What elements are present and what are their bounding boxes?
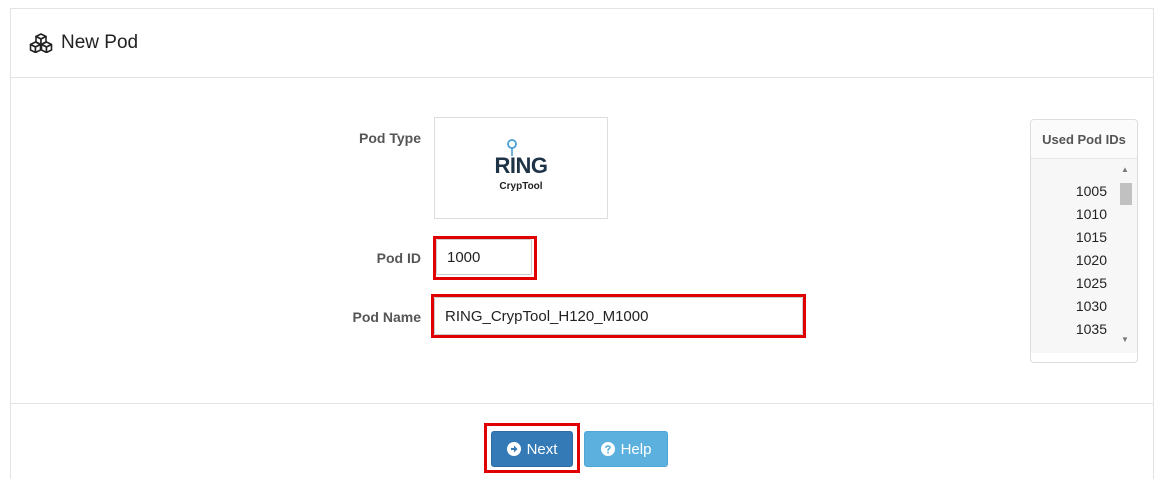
used-pod-ids-title: Used Pod IDs — [1031, 120, 1137, 159]
used-pod-ids-list[interactable]: 1005 1010 1015 1020 1025 1030 1035 ▲ ▼ — [1031, 159, 1137, 353]
list-item[interactable]: 1015 — [1076, 229, 1107, 245]
pod-id-input[interactable] — [436, 239, 532, 275]
pod-type-logo: RING CrypTool — [434, 117, 608, 219]
list-item[interactable]: 1010 — [1076, 206, 1107, 222]
question-circle-icon — [600, 442, 615, 456]
used-pod-ids-scrollbar[interactable]: ▲ ▼ — [1117, 163, 1133, 347]
scroll-down-arrow-icon[interactable]: ▼ — [1117, 333, 1133, 347]
panel-header: New Pod — [11, 9, 1153, 78]
list-item[interactable]: 1020 — [1076, 252, 1107, 268]
list-item[interactable]: 1025 — [1076, 275, 1107, 291]
logo-subtitle: CrypTool — [499, 180, 543, 192]
panel-footer — [11, 403, 1153, 479]
logo-title: RING — [495, 138, 548, 179]
pod-name-label: Pod Name — [352, 309, 421, 325]
next-button[interactable]: Next — [491, 431, 573, 467]
page-title: New Pod — [61, 32, 139, 53]
help-button-label: Help — [620, 440, 652, 458]
scroll-thumb[interactable] — [1120, 183, 1132, 205]
list-item[interactable]: 1035 — [1076, 321, 1107, 337]
used-pod-ids-box: Used Pod IDs 1005 1010 1015 1020 1025 10… — [1030, 119, 1138, 363]
pod-type-label: Pod Type — [359, 130, 421, 146]
list-item[interactable]: 1005 — [1076, 183, 1107, 199]
pod-id-label: Pod ID — [376, 250, 421, 266]
new-pod-panel: New Pod Pod Type RING CrypTool Pod ID Po… — [10, 8, 1154, 479]
pod-name-input[interactable] — [434, 297, 803, 335]
list-item[interactable]: 1030 — [1076, 298, 1107, 314]
help-button[interactable]: Help — [584, 431, 668, 467]
scroll-up-arrow-icon[interactable]: ▲ — [1117, 163, 1133, 177]
arrow-circle-right-icon — [506, 442, 521, 456]
ring-pin-icon — [506, 138, 517, 156]
next-button-label: Next — [526, 440, 558, 458]
cubes-icon — [29, 33, 53, 53]
